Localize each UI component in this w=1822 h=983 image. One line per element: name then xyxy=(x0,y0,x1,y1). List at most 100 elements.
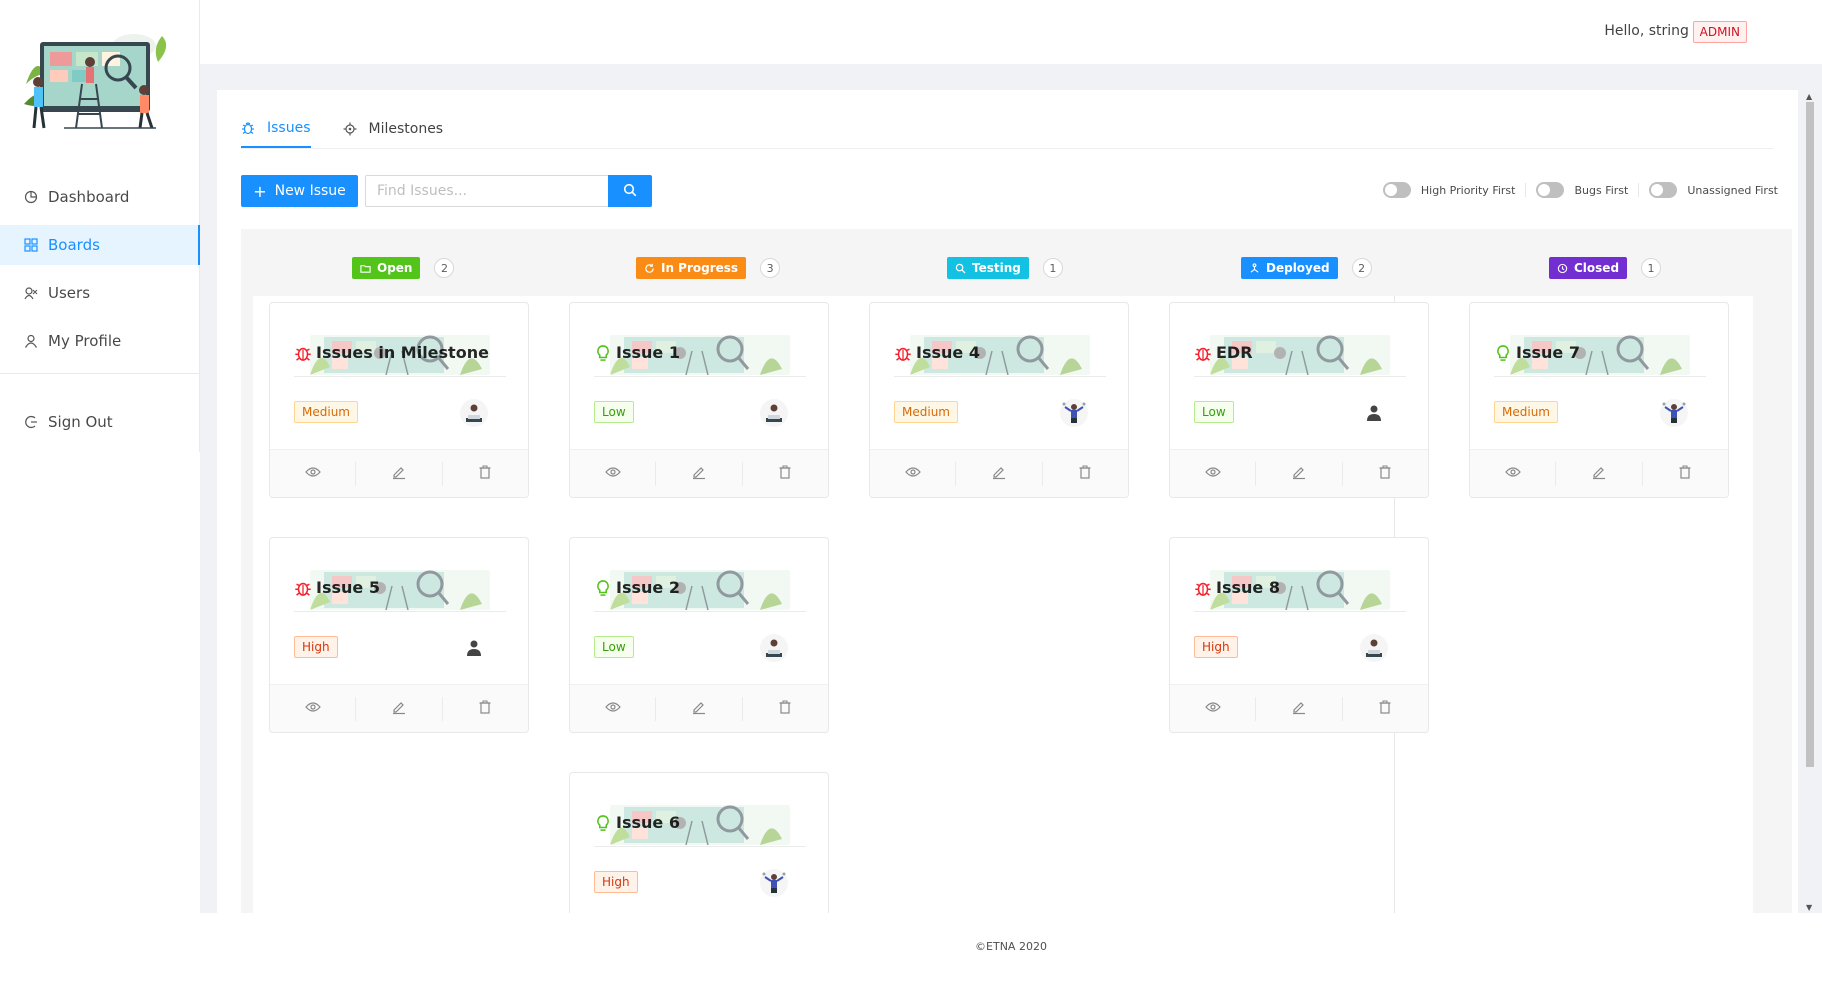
column-count: 1 xyxy=(1641,258,1662,278)
assignee-avatar[interactable] xyxy=(1358,632,1390,664)
issue-card[interactable]: EDR Low xyxy=(1169,302,1429,498)
card-actions xyxy=(570,684,828,732)
scroll-down-arrow[interactable]: ▼ xyxy=(1806,903,1812,912)
search-button[interactable] xyxy=(608,175,652,207)
assignee-avatar[interactable] xyxy=(1058,397,1090,429)
issue-card[interactable]: Issue 8 High xyxy=(1169,537,1429,733)
bug-icon xyxy=(294,579,312,597)
folder-open-icon xyxy=(360,263,371,274)
view-button[interactable] xyxy=(270,696,357,721)
tab-issues[interactable]: Issues xyxy=(241,120,311,148)
sidebar-item-my-profile[interactable]: My Profile xyxy=(0,321,200,361)
issue-card[interactable]: Issue 5 High xyxy=(269,537,529,733)
view-button[interactable] xyxy=(270,461,357,486)
view-button[interactable] xyxy=(570,696,657,721)
card-title-text: Issue 1 xyxy=(616,343,680,362)
issue-card[interactable]: Issues in Milestone Medium xyxy=(269,302,529,498)
tab-milestones[interactable]: Milestones xyxy=(343,120,443,148)
scrollbar-thumb[interactable] xyxy=(1806,102,1814,767)
delete-button[interactable] xyxy=(1043,462,1128,486)
card-title-text: Issue 5 xyxy=(316,578,380,597)
delete-button[interactable] xyxy=(743,697,828,721)
edit-button[interactable] xyxy=(656,696,743,721)
view-button[interactable] xyxy=(1170,696,1257,721)
toggle-unassigned-first[interactable]: Unassigned First xyxy=(1649,182,1778,198)
kanban-board: Open 2 In Progress 3 Testing 1 Deployed … xyxy=(241,229,1792,913)
card-title[interactable]: Issue 5 xyxy=(294,578,380,597)
delete-button[interactable] xyxy=(443,462,528,486)
status-label: Deployed xyxy=(1266,261,1330,275)
card-title[interactable]: Issue 2 xyxy=(594,578,680,597)
card-actions xyxy=(570,449,828,497)
sidebar-item-boards[interactable]: Boards xyxy=(0,225,201,265)
priority-tag: Low xyxy=(594,401,634,423)
edit-button[interactable] xyxy=(656,461,743,486)
toggle-switch[interactable] xyxy=(1649,182,1678,198)
card-title[interactable]: Issue 4 xyxy=(894,343,980,362)
view-button[interactable] xyxy=(1170,461,1257,486)
issue-card[interactable]: Issue 4 Medium xyxy=(869,302,1129,498)
priority-tag: High xyxy=(294,636,338,658)
card-title[interactable]: Issues in Milestone xyxy=(294,343,489,362)
edit-button[interactable] xyxy=(356,461,443,486)
scrollbar[interactable]: ▲ ▼ xyxy=(1804,92,1815,912)
delete-icon xyxy=(477,464,493,484)
view-button[interactable] xyxy=(870,461,957,486)
card-header: Issue 8 xyxy=(1194,570,1406,612)
toggle-label: Unassigned First xyxy=(1687,183,1778,197)
delete-button[interactable] xyxy=(1643,462,1728,486)
card-title-text: Issue 2 xyxy=(616,578,680,597)
sidebar-item-users[interactable]: Users xyxy=(0,273,200,313)
edit-icon xyxy=(691,699,707,719)
card-title[interactable]: Issue 8 xyxy=(1194,578,1280,597)
issue-card[interactable]: Issue 7 Medium xyxy=(1469,302,1729,498)
edit-button[interactable] xyxy=(1256,696,1343,721)
new-issue-label: New Issue xyxy=(274,183,346,199)
new-issue-button[interactable]: + New Issue xyxy=(241,175,358,207)
assignee-avatar[interactable] xyxy=(758,397,790,429)
delete-button[interactable] xyxy=(1343,697,1428,721)
card-title[interactable]: Issue 1 xyxy=(594,343,680,362)
sign-out-button[interactable]: Sign Out xyxy=(0,402,200,442)
delete-button[interactable] xyxy=(743,462,828,486)
assignee-avatar[interactable] xyxy=(758,632,790,664)
scroll-up-arrow[interactable]: ▲ xyxy=(1806,92,1812,101)
user-icon xyxy=(24,334,38,348)
edit-button[interactable] xyxy=(1556,461,1643,486)
edit-button[interactable] xyxy=(956,461,1043,486)
delete-button[interactable] xyxy=(1343,462,1428,486)
sort-toggles: High Priority First Bugs First Unassigne… xyxy=(1382,182,1778,198)
view-button[interactable] xyxy=(570,461,657,486)
card-title[interactable]: EDR xyxy=(1194,343,1253,362)
issue-card[interactable]: Issue 1 Low xyxy=(569,302,829,498)
toggle-high-priority-first[interactable]: High Priority First xyxy=(1382,182,1515,198)
toggle-label: Bugs First xyxy=(1574,183,1629,197)
delete-button[interactable] xyxy=(443,697,528,721)
toggle-switch[interactable] xyxy=(1382,182,1411,198)
card-title[interactable]: Issue 7 xyxy=(1494,343,1580,362)
card-header: Issue 4 xyxy=(894,335,1106,377)
priority-tag: Medium xyxy=(894,401,958,423)
assignee-avatar[interactable] xyxy=(758,867,790,899)
assignee-avatar[interactable] xyxy=(1658,397,1690,429)
edit-button[interactable] xyxy=(356,696,443,721)
sync-icon xyxy=(644,263,655,274)
toggle-switch[interactable] xyxy=(1536,182,1565,198)
card-header: Issue 6 xyxy=(594,805,806,847)
delete-icon xyxy=(777,464,793,484)
assignee-avatar[interactable] xyxy=(458,397,490,429)
sidebar-item-dashboard[interactable]: Dashboard xyxy=(0,177,200,217)
assignee-avatar[interactable] xyxy=(458,632,490,664)
edit-button[interactable] xyxy=(1256,461,1343,486)
view-button[interactable] xyxy=(1470,461,1557,486)
assignee-avatar[interactable] xyxy=(1358,397,1390,429)
search-input[interactable] xyxy=(365,175,609,207)
delete-icon xyxy=(1077,464,1093,484)
card-header: Issue 5 xyxy=(294,570,506,612)
bulb-icon xyxy=(1494,344,1512,362)
toggle-bugs-first[interactable]: Bugs First xyxy=(1536,182,1628,198)
issue-card[interactable]: Issue 6 High xyxy=(569,772,829,913)
issue-card[interactable]: Issue 2 Low xyxy=(569,537,829,733)
card-title[interactable]: Issue 6 xyxy=(594,813,680,832)
priority-tag: Medium xyxy=(1494,401,1558,423)
